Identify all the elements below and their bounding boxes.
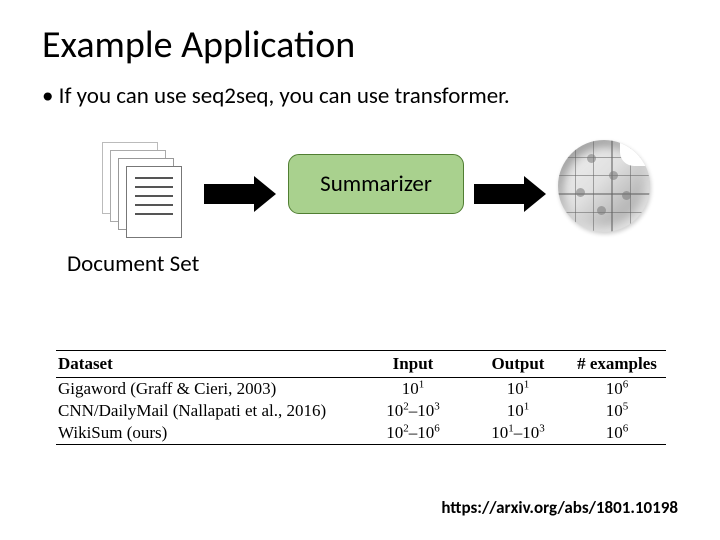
cell-input: 102–106 (358, 423, 468, 443)
table-row: CNN/DailyMail (Nallapati et al., 2016)10… (56, 400, 666, 422)
cell-dataset: CNN/DailyMail (Nallapati et al., 2016) (56, 401, 358, 421)
cell-input: 102–103 (358, 401, 468, 421)
slide: Example Application If you can use seq2s… (0, 0, 720, 540)
summarizer-box: Summarizer (288, 154, 464, 214)
col-header-dataset: Dataset (56, 354, 358, 374)
document-set-label: Document Set (67, 250, 199, 278)
col-header-output: Output (468, 354, 568, 374)
cell-input: 101 (358, 379, 468, 399)
cell-examples: 106 (568, 379, 666, 399)
cell-output: 101 (468, 401, 568, 421)
cell-output: 101 (468, 379, 568, 399)
cell-dataset: WikiSum (ours) (56, 423, 358, 443)
col-header-examples: # examples (568, 354, 666, 374)
table-header-row: Dataset Input Output # examples (56, 351, 666, 377)
slide-title: Example Application (42, 22, 678, 68)
col-header-input: Input (358, 354, 468, 374)
cell-examples: 105 (568, 401, 666, 421)
cell-examples: 106 (568, 423, 666, 443)
table-row: Gigaword (Graff & Cieri, 2003)101101106 (56, 378, 666, 400)
cell-dataset: Gigaword (Graff & Cieri, 2003) (56, 379, 358, 399)
bullet-seq2seq: If you can use seq2seq, you can use tran… (42, 82, 678, 110)
pipeline-diagram: Document Set Summarizer (42, 138, 672, 298)
datasets-table: Dataset Input Output # examples Gigaword… (56, 350, 666, 445)
table-row: WikiSum (ours)102–106101–103106 (56, 422, 666, 444)
wikipedia-globe-icon (558, 140, 654, 236)
cell-output: 101–103 (468, 423, 568, 443)
citation-link[interactable]: https://arxiv.org/abs/1801.10198 (441, 497, 678, 518)
